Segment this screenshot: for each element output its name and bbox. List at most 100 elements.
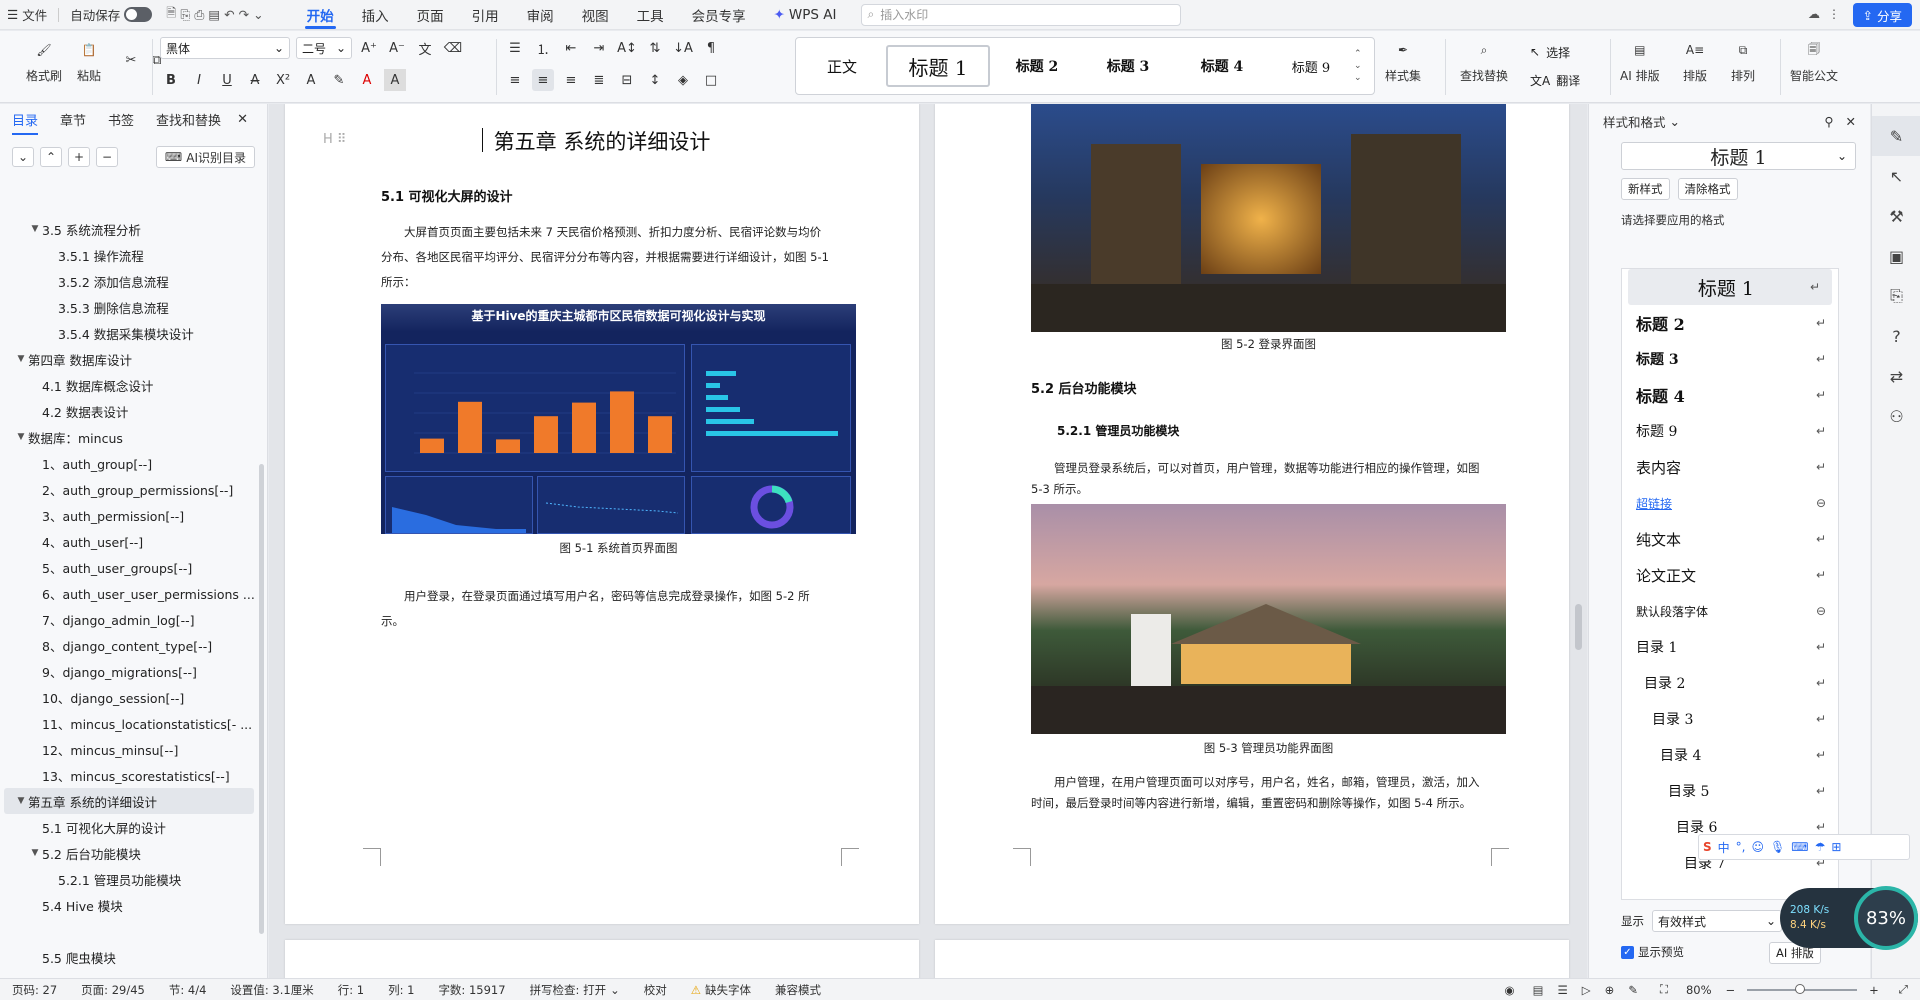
redo-icon[interactable]: ↷ (239, 7, 249, 22)
fit-icon[interactable]: ⛶ (1660, 982, 1668, 997)
toc-item[interactable]: 12、mincus_minsu[--] (0, 736, 258, 762)
undo-icon[interactable]: ↶ (224, 7, 234, 22)
style-list-item[interactable]: 目录 2 ↵ (1622, 665, 1838, 701)
sort-az-icon[interactable]: ↓A (672, 37, 694, 59)
toc-item[interactable]: 5.4 Hive 模块 (0, 892, 258, 918)
toggle-switch[interactable] (124, 7, 153, 22)
ai-layout-button[interactable]: ▤ AI 排版 (1620, 37, 1660, 99)
text-effect-icon[interactable]: A (300, 69, 322, 91)
zoom-knob[interactable] (1795, 983, 1806, 994)
border-icon[interactable]: □ (700, 69, 722, 91)
toc-item[interactable]: ▼ 第四章 数据库设计 (0, 346, 258, 372)
style-set-button[interactable]: ✒ 样式集 (1385, 37, 1421, 99)
style-list-item[interactable]: 目录 5 ↵ (1622, 773, 1838, 809)
expand-arrow-icon[interactable]: ▼ (14, 432, 28, 442)
pointer-icon[interactable]: ↖ (1872, 156, 1920, 196)
style-list-item[interactable]: 论文正文 ↵ (1622, 557, 1838, 593)
menu-review[interactable]: 审阅 (513, 0, 568, 30)
toc-item[interactable]: 5.2.1 管理员功能模块 (0, 866, 258, 892)
help-icon[interactable]: ? (1872, 316, 1920, 356)
style-list-item[interactable]: 目录 1 ↵ (1622, 629, 1838, 665)
missing-font[interactable]: ⚠ 缺失字体 (679, 982, 763, 998)
align-right-icon[interactable]: ≡ (560, 69, 582, 91)
menu-view[interactable]: 视图 (568, 0, 623, 30)
toc-item[interactable]: 5.1 可视化大屏的设计 (0, 814, 258, 840)
style-list-item[interactable]: 标题 2 ↵ (1622, 305, 1838, 341)
chevron-down-icon[interactable]: ⌄ (1670, 114, 1680, 129)
share-button[interactable]: ⇪ 分享 (1852, 3, 1912, 27)
eye-icon[interactable]: ◉ (1505, 983, 1515, 997)
style-list-item[interactable]: 标题 9 ↵ (1622, 413, 1838, 449)
layout-button[interactable]: A≡ 排版 (1682, 37, 1708, 99)
section-number[interactable]: 节: 4/4 (157, 982, 219, 998)
expand-arrow-icon[interactable]: ▼ (14, 796, 28, 806)
clear-format-icon[interactable]: ⌫ (442, 37, 464, 59)
toc-item[interactable]: 4.1 数据库概念设计 (0, 372, 258, 398)
share-doc-icon[interactable]: ⎘ (1872, 276, 1920, 316)
menu-page[interactable]: 页面 (403, 0, 458, 30)
toc-item[interactable]: 7、django_admin_log[--] (0, 606, 258, 632)
cloud-icon[interactable]: ☁ (1808, 7, 1820, 21)
emoji-icon[interactable]: ☺ (1752, 840, 1765, 854)
style-heading-3[interactable]: 标题 3 (1084, 45, 1172, 87)
compat-mode[interactable]: 兼容模式 (763, 982, 833, 998)
arrange-button[interactable]: ⧉ 排列 (1730, 37, 1756, 99)
tab-chapters[interactable]: 章节 (60, 110, 86, 129)
toc-item[interactable]: 3.5.3 删除信息流程 (0, 294, 258, 320)
menu-references[interactable]: 引用 (458, 0, 513, 30)
outline-view-icon[interactable]: ☰ (1557, 983, 1567, 997)
more-icon[interactable]: ⋮ (1828, 7, 1840, 21)
format-painter-button[interactable]: 🖌 格式刷 (26, 37, 62, 99)
expand-icon[interactable]: ⌃ (40, 147, 62, 167)
gallery-scroll[interactable]: ⌃ ⌄ ⌄ (1354, 48, 1362, 84)
highlight-icon[interactable]: ✎ (328, 69, 350, 91)
current-style-select[interactable]: 标题 1 ⌄ (1621, 142, 1856, 170)
toc-item[interactable]: 3.5.1 操作流程 (0, 242, 258, 268)
checkbox-checked-icon[interactable]: ✓ (1621, 945, 1634, 959)
page-number[interactable]: 页码: 27 (0, 982, 69, 998)
print-icon[interactable]: ⎙ (194, 7, 204, 23)
expand-arrow-icon[interactable]: ▼ (28, 848, 42, 858)
style-list-item[interactable]: 标题 1 ↵ (1628, 269, 1832, 305)
toc-item[interactable]: 3.5.2 添加信息流程 (0, 268, 258, 294)
bold-icon[interactable]: B (160, 69, 182, 91)
toc-item[interactable]: 4、auth_user[--] (0, 528, 258, 554)
toc-item[interactable]: 2、auth_group_permissions[--] (0, 476, 258, 502)
sogou-icon[interactable]: S (1703, 840, 1712, 854)
shirt-icon[interactable]: ⚇ (1872, 396, 1920, 436)
underline-icon[interactable]: U (216, 69, 238, 91)
indent-icon[interactable]: ⇥ (588, 37, 610, 59)
align-left-icon[interactable]: ≡ (504, 69, 526, 91)
font-size-select[interactable]: 二号 ⌄ (296, 37, 352, 59)
tab-bookmarks[interactable]: 书签 (108, 110, 134, 129)
menu-wps-ai[interactable]: ✦ WPS AI (760, 0, 851, 30)
font-color-icon[interactable]: A (356, 69, 378, 91)
setting-value[interactable]: 设置值: 3.1厘米 (218, 982, 325, 998)
shading-icon[interactable]: ◈ (672, 69, 694, 91)
file-menu[interactable]: ☰ 文件 (0, 0, 54, 30)
style-list-item[interactable]: 目录 4 ↵ (1622, 737, 1838, 773)
pen-mode-icon[interactable]: ✎ (1628, 983, 1638, 997)
close-icon[interactable]: ✕ (1846, 114, 1856, 129)
char-shading-icon[interactable]: A (384, 69, 406, 91)
image-edit-icon[interactable]: ▣ (1872, 236, 1920, 276)
strikethrough-icon[interactable]: A (244, 69, 266, 91)
scroll-thumb[interactable] (1575, 604, 1582, 650)
smart-doc-button[interactable]: 🗐 智能公文 (1790, 37, 1838, 99)
style-heading-9[interactable]: 标题 9 (1272, 45, 1350, 87)
outdent-icon[interactable]: ⇤ (560, 37, 582, 59)
fullscreen-icon[interactable]: ⤢ (1899, 982, 1908, 997)
toc-item[interactable]: 9、django_migrations[--] (0, 658, 258, 684)
mic-icon[interactable]: 🎙 (1770, 840, 1785, 854)
menu-home[interactable]: 开始 (293, 0, 348, 30)
search-box[interactable]: ⌕ 插入水印 (860, 3, 1181, 26)
show-marks-icon[interactable]: ¶ (700, 37, 722, 59)
italic-icon[interactable]: I (188, 69, 210, 91)
shrink-font-icon[interactable]: A⁻ (386, 37, 408, 59)
toc-item[interactable]: 3.5.4 数据采集模块设计 (0, 320, 258, 346)
translate-button[interactable]: 文A 翻译 (1530, 69, 1580, 91)
distribute-icon[interactable]: ⊟ (616, 69, 638, 91)
style-heading-1[interactable]: 标题 1 (886, 45, 990, 87)
style-heading-4[interactable]: 标题 4 (1176, 45, 1268, 87)
web-view-icon[interactable]: ⊕ (1605, 983, 1615, 997)
